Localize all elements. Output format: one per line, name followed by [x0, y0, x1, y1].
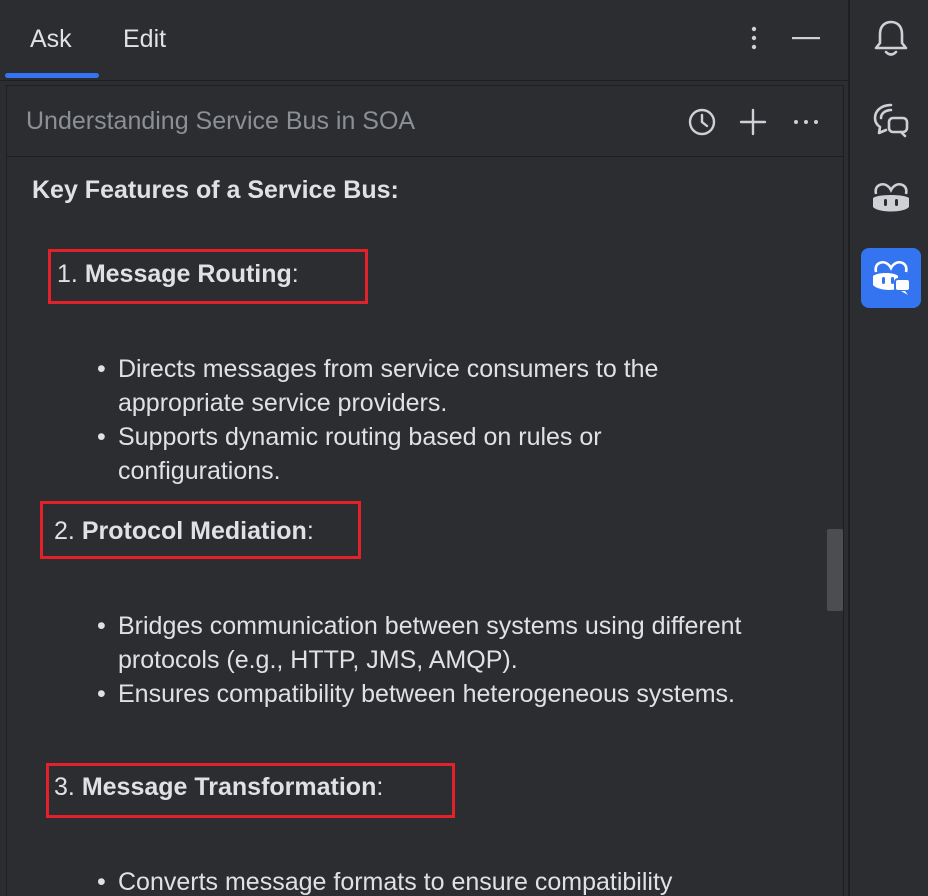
clock-icon[interactable]: [683, 103, 721, 141]
feature-suffix: :: [291, 260, 299, 288]
list-item: • Bridges communication between systems …: [97, 609, 757, 677]
feature-suffix: :: [376, 773, 384, 801]
feature-item-message-routing: 1. Message Routing:: [57, 257, 299, 291]
chat-bubble-icon[interactable]: [861, 90, 921, 150]
bullet-text: Converts message formats to ensure compa…: [118, 868, 673, 896]
scrollbar-thumb[interactable]: [827, 529, 843, 611]
copilot-chat-icon[interactable]: [861, 248, 921, 308]
feature-name: Protocol Mediation: [81, 517, 307, 545]
feature-item-protocol-mediation: 2. Protocol Mediation:: [54, 514, 314, 548]
tool-window-strip: [848, 0, 928, 896]
horizontal-ellipsis-icon[interactable]: [787, 103, 825, 141]
chat-message-content: Key Features of a Service Bus: 1. Messag…: [6, 157, 844, 896]
feature-suffix: :: [306, 517, 314, 545]
feature-name: Message Routing: [84, 260, 292, 288]
section-heading: Key Features of a Service Bus:: [32, 176, 399, 204]
list-item: • Directs messages from service consumer…: [97, 352, 757, 420]
tab-edit[interactable]: Edit: [123, 22, 166, 56]
bell-icon[interactable]: [861, 8, 921, 68]
feature-number: 2.: [54, 517, 75, 545]
plus-icon[interactable]: [734, 103, 772, 141]
vertical-ellipsis-icon[interactable]: [736, 20, 772, 56]
bullet-text: Directs messages from service consumers …: [118, 355, 659, 417]
bullet-text: Bridges communication between systems us…: [118, 612, 742, 674]
active-tab-indicator: [5, 73, 99, 78]
list-item: • Ensures compatibility between heteroge…: [97, 677, 757, 711]
chat-title-bar: Understanding Service Bus in SOA: [6, 85, 844, 157]
feature-item-message-transformation: 3. Message Transformation:: [54, 770, 383, 804]
feature-name: Message Transformation: [81, 773, 377, 801]
chat-panel: Ask Edit Understanding Service Bus in SO…: [0, 0, 848, 896]
app-window: Ask Edit Understanding Service Bus in SO…: [0, 0, 928, 896]
list-item: • Supports dynamic routing based on rule…: [97, 420, 757, 488]
copilot-icon[interactable]: [861, 168, 921, 228]
chat-title: Understanding Service Bus in SOA: [26, 107, 416, 135]
tab-bar: Ask Edit: [0, 0, 848, 81]
minimize-icon[interactable]: [788, 20, 824, 56]
bullet-text: Supports dynamic routing based on rules …: [118, 423, 602, 485]
bullet-text: Ensures compatibility between heterogene…: [118, 680, 735, 708]
feature-number: 3.: [54, 773, 75, 801]
list-item: • Converts message formats to ensure com…: [97, 865, 797, 896]
feature-number: 1.: [57, 260, 78, 288]
tab-ask[interactable]: Ask: [30, 22, 72, 56]
